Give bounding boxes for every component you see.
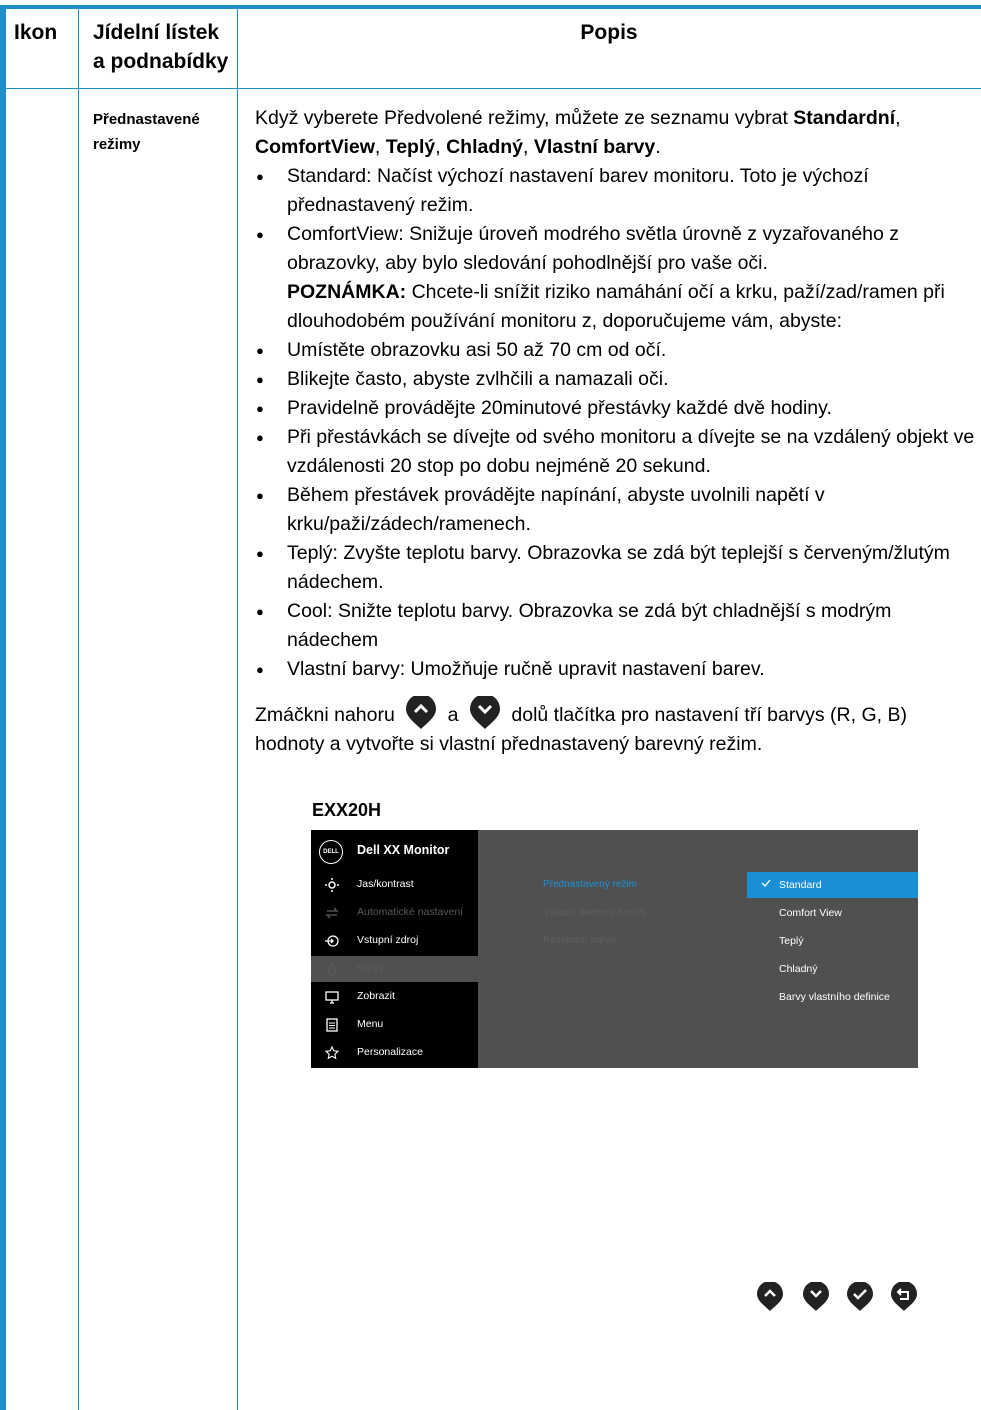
menu-icon (326, 1018, 338, 1032)
display-icon (325, 991, 339, 1004)
nav-text: a (447, 704, 459, 726)
intro-option: Standardní (793, 107, 896, 129)
color-icon (327, 962, 337, 976)
description-cell: Když vyberete Předvolené režimy, můžete … (255, 104, 977, 759)
ok-button-icon (845, 1281, 875, 1312)
tips-list: Umístěte obrazovku asi 50 až 70 cm od oč… (255, 336, 977, 684)
osd-brand: DELL Dell XX Monitor (311, 830, 478, 868)
intro-separator: , (435, 136, 447, 158)
input-source-icon (325, 935, 339, 947)
navigation-paragraph: Zmáčkni nahoru a dolů tlačítka pro nasta… (255, 694, 977, 759)
auto-adjust-icon (325, 907, 339, 919)
list-item: Při přestávkách se dívejte od svého moni… (255, 423, 977, 481)
back-button-icon (889, 1281, 919, 1312)
list-item: ComfortView: Snižuje úroveň modrého svět… (255, 220, 977, 336)
osd-menu-item-personalize: Personalizace (311, 1040, 478, 1066)
osd-menu-label: Automatické nastavení (357, 906, 464, 918)
osd-submenu-item: Resetovat barvu (543, 935, 616, 946)
down-button-icon (801, 1281, 831, 1312)
list-item: Cool: Snižte teplotu barvy. Obrazovka se… (255, 597, 977, 655)
osd-menu-label: Ostatní (357, 1074, 391, 1086)
intro-end: . (655, 136, 661, 158)
note-label: POZNÁMKA: (287, 281, 407, 303)
header-divider (6, 88, 981, 89)
list-item: Umístěte obrazovku asi 50 až 70 cm od oč… (255, 336, 977, 365)
osd-menu-item-input: Vstupní zdroj (311, 928, 478, 954)
intro-paragraph: Když vyberete Předvolené režimy, můžete … (255, 104, 977, 162)
table-top-border (0, 5, 981, 9)
nav-text: Zmáčkni nahoru (255, 704, 395, 726)
osd-menu-item-display: Zobrazit (311, 984, 478, 1010)
model-label: EXX20H (312, 800, 382, 820)
osd-option: Chladný (747, 956, 918, 982)
up-button-icon (404, 694, 438, 730)
intro-option: Teplý (385, 136, 436, 158)
osd-menu-label: Barvy (357, 962, 384, 974)
list-item-text: ComfortView: Snižuje úroveň modrého svět… (287, 223, 900, 274)
column-header-menu: Jídelní lístek a podnabídky (93, 21, 229, 73)
column-divider-2 (237, 9, 238, 1410)
list-item: Pravidelně provádějte 20minutové přestáv… (255, 394, 977, 423)
intro-separator: , (374, 136, 386, 158)
osd-menu-label: Menu (357, 1018, 384, 1030)
dell-logo: DELL (319, 840, 343, 864)
list-item: Vlastní barvy: Umožňuje ručně upravit na… (255, 655, 977, 684)
down-button-icon (468, 694, 502, 730)
osd-title: Dell XX Monitor (357, 843, 450, 857)
osd-option: Teplý (747, 928, 918, 954)
intro-option: Vlastní barvy (533, 136, 656, 158)
column-divider-1 (78, 9, 79, 1410)
osd-sidebar: DELL Dell XX Monitor Jas/kontrast Automa… (311, 830, 478, 1087)
osd-option-label: Chladný (779, 963, 818, 975)
mode-list: Standard: Načíst výchozí nastavení barev… (255, 162, 977, 336)
intro-separator: , (895, 107, 901, 129)
osd-menu-item-color: Barvy (311, 956, 478, 982)
intro-separator: , (523, 136, 534, 158)
star-icon (325, 1046, 339, 1060)
submenu-label: Přednastavené režimy (93, 111, 200, 153)
osd-option-selected: Standard (747, 872, 918, 898)
osd-submenu-item: Vstupní barevný formát (543, 907, 647, 918)
brightness-icon (325, 878, 339, 892)
osd-menu-item-menu: Menu (311, 1012, 478, 1038)
list-item: Teplý: Zvyšte teplotu barvy. Obrazovka s… (255, 539, 977, 597)
list-item: Během přestávek provádějte napínání, aby… (255, 481, 977, 539)
osd-menu-label: Personalizace (357, 1046, 423, 1058)
osd-menu-item-brightness: Jas/kontrast (311, 872, 478, 898)
osd-menu-item-auto-adjust: Automatické nastavení (311, 900, 478, 926)
intro-text: Když vyberete Předvolené režimy, můžete … (255, 107, 794, 129)
osd-option-label: Standard (779, 879, 822, 891)
up-button-icon (755, 1281, 785, 1312)
osd-option-label: Barvy vlastního definice (779, 991, 890, 1003)
list-item: Standard: Načíst výchozí nastavení barev… (255, 162, 977, 220)
osd-menu-item-others: Ostatní (311, 1068, 478, 1094)
table-left-border (0, 5, 6, 1410)
osd-option-label: Comfort View (779, 907, 842, 919)
intro-option: Chladný (446, 136, 524, 158)
others-icon (325, 1075, 339, 1087)
osd-submenu-item: Přednastavený režim (543, 879, 637, 890)
check-icon (761, 878, 771, 891)
osd-menu-label: Vstupní zdroj (357, 934, 419, 946)
osd-menu-label: Zobrazit (357, 990, 395, 1002)
column-header-icon: Ikon (14, 21, 58, 44)
osd-menu-label: Jas/kontrast (357, 878, 414, 890)
intro-option: ComfortView (255, 136, 375, 158)
osd-option: Comfort View (747, 900, 918, 926)
list-item: Blikejte často, abyste zvlhčili a namaza… (255, 365, 977, 394)
osd-option: Barvy vlastního definice (747, 984, 918, 1010)
osd-option-label: Teplý (779, 935, 804, 947)
column-header-description: Popis (580, 21, 638, 44)
osd-screenshot: DELL Dell XX Monitor Jas/kontrast Automa… (311, 830, 918, 1087)
